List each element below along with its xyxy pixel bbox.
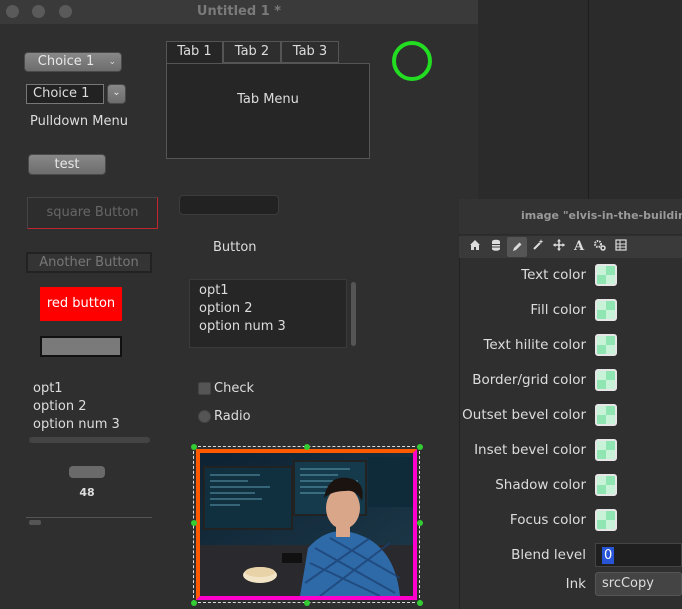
resize-handle[interactable] — [304, 600, 310, 606]
text-field[interactable] — [179, 195, 279, 215]
inspector-title: image "elvis-in-the-building... — [521, 209, 682, 222]
blend-level-field[interactable]: 0 — [595, 543, 682, 567]
tab-3[interactable]: Tab 3 — [281, 41, 339, 63]
image-content — [200, 453, 413, 596]
move-icon[interactable] — [551, 239, 567, 255]
vertical-scrollbar[interactable] — [351, 282, 356, 346]
table-icon[interactable] — [613, 239, 629, 255]
list-item[interactable]: opt1 — [33, 380, 120, 398]
ink-select[interactable]: srcCopy — [595, 572, 682, 596]
choice-popup-label: Choice 1 — [37, 54, 95, 69]
choice-combo-field[interactable]: Choice 1 — [26, 84, 104, 104]
pulldown-menu[interactable]: Pulldown Menu — [30, 114, 128, 129]
border-grid-color-label: Border/grid color — [472, 372, 586, 388]
test-button[interactable]: test — [28, 154, 106, 175]
text-icon[interactable]: A — [571, 239, 587, 255]
titlebar[interactable]: Untitled 1 * — [0, 0, 478, 24]
focus-color-swatch[interactable] — [595, 509, 617, 531]
text-color-swatch[interactable] — [595, 264, 617, 286]
divider — [588, 0, 589, 200]
scrollbar-thumb[interactable] — [29, 520, 41, 525]
slider-thumb[interactable] — [69, 466, 105, 478]
inspector-toolbar: A — [459, 236, 682, 258]
blend-level-label: Blend level — [511, 547, 586, 563]
text-color-label: Text color — [521, 267, 586, 283]
inspector-titlebar[interactable]: image "elvis-in-the-building... — [459, 199, 682, 235]
resize-handle[interactable] — [191, 444, 197, 450]
tab-panel-label: Tab Menu — [237, 92, 299, 107]
tab-1[interactable]: Tab 1 — [166, 41, 223, 64]
shadow-color-swatch[interactable] — [595, 474, 617, 496]
list-item[interactable]: option num 3 — [33, 416, 120, 434]
radio-button[interactable] — [198, 410, 211, 423]
resize-handle[interactable] — [417, 520, 423, 526]
check-label[interactable]: Check — [214, 381, 254, 396]
fill-color-swatch[interactable] — [595, 299, 617, 321]
pencil-icon[interactable] — [507, 237, 527, 257]
gears-icon[interactable] — [592, 239, 608, 255]
window-title: Untitled 1 * — [196, 4, 282, 19]
center-list[interactable]: opt1 option 2 option num 3 — [189, 279, 347, 348]
text-hilite-color-label: Text hilite color — [483, 337, 586, 353]
check-box[interactable] — [198, 382, 211, 395]
radio-label[interactable]: Radio — [214, 409, 251, 424]
tab-2[interactable]: Tab 2 — [223, 41, 281, 63]
plain-button[interactable]: Button — [213, 240, 257, 255]
image-elvis-in-the-building[interactable] — [196, 449, 417, 600]
tab-panel: Tab Menu — [166, 63, 370, 159]
combo-dropdown-button[interactable]: ⌄ — [107, 84, 126, 104]
fill-color-label: Fill color — [530, 302, 586, 318]
list-item[interactable]: option 2 — [33, 398, 120, 416]
border-grid-color-swatch[interactable] — [595, 369, 617, 391]
list-item[interactable]: option 2 — [199, 300, 286, 318]
resize-handle[interactable] — [191, 600, 197, 606]
shadow-color-label: Shadow color — [495, 477, 586, 493]
divider — [26, 517, 152, 518]
list-item[interactable]: option num 3 — [199, 318, 286, 336]
outset-bevel-color-label: Outset bevel color — [462, 407, 586, 423]
chevron-down-icon: ⌄ — [112, 87, 121, 98]
text-hilite-color-swatch[interactable] — [595, 334, 617, 356]
list-item[interactable]: opt1 — [199, 282, 286, 300]
horizontal-scrollbar[interactable] — [29, 437, 150, 443]
another-button[interactable]: Another Button — [26, 252, 152, 273]
home-icon[interactable] — [467, 239, 483, 255]
resize-handle[interactable] — [191, 520, 197, 526]
slider-value: 48 — [79, 486, 95, 499]
inset-bevel-color-label: Inset bevel color — [474, 442, 586, 458]
ink-label: Ink — [565, 576, 586, 592]
left-list[interactable]: opt1 option 2 option num 3 — [33, 380, 120, 434]
outset-bevel-color-swatch[interactable] — [595, 404, 617, 426]
choice-popup-menu[interactable]: Choice 1 ⌄ — [24, 52, 122, 72]
square-button[interactable]: square Button — [27, 197, 158, 229]
inset-bevel-color-swatch[interactable] — [595, 439, 617, 461]
focus-color-label: Focus color — [509, 512, 586, 528]
database-icon[interactable] — [488, 239, 504, 255]
green-circle-graphic[interactable] — [392, 41, 432, 81]
grey-button[interactable] — [40, 336, 122, 357]
blend-level-value: 0 — [602, 547, 615, 564]
resize-handle[interactable] — [417, 600, 423, 606]
resize-handle[interactable] — [417, 444, 423, 450]
resize-handle[interactable] — [304, 444, 310, 450]
chevron-down-icon: ⌄ — [108, 57, 116, 67]
red-button[interactable]: red button — [40, 287, 122, 321]
wand-icon[interactable] — [530, 239, 546, 255]
